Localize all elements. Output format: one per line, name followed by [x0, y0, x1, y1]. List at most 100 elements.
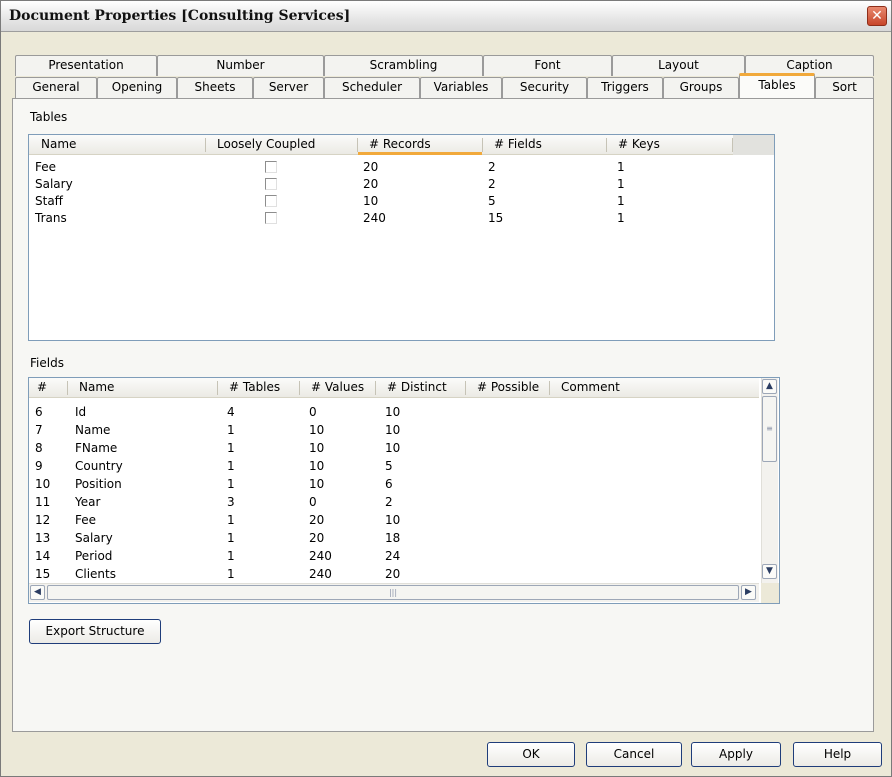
- col-header-keys[interactable]: # Keys: [612, 135, 732, 155]
- field-row-values: 10: [309, 477, 325, 491]
- field-row-number: 7: [35, 423, 43, 437]
- field-row-name[interactable]: Year: [75, 495, 100, 509]
- table-row-records: 10: [363, 194, 379, 208]
- field-row-tables: 3: [227, 495, 235, 509]
- table-row-records: 20: [363, 177, 379, 191]
- col-header-loosely-coupled[interactable]: Loosely Coupled: [211, 135, 357, 155]
- field-row-name[interactable]: Fee: [75, 513, 96, 527]
- field-row-distinct: 2: [385, 495, 393, 509]
- table-row-name[interactable]: Fee: [35, 160, 56, 174]
- field-row-name[interactable]: Clients: [75, 567, 116, 578]
- loosely-coupled-checkbox[interactable]: [265, 195, 277, 207]
- loosely-coupled-checkbox[interactable]: [265, 161, 277, 173]
- col-header-distinct[interactable]: # Distinct: [381, 378, 465, 398]
- table-row-keys: 1: [617, 160, 625, 174]
- window-title: Document Properties [Consulting Services…: [9, 8, 351, 24]
- field-row-distinct: 18: [385, 531, 401, 545]
- ok-button[interactable]: OK: [487, 742, 575, 767]
- apply-button[interactable]: Apply: [691, 742, 781, 767]
- field-row-distinct: 10: [385, 423, 401, 437]
- column-divider: [606, 138, 607, 152]
- field-row-tables: 1: [227, 477, 235, 491]
- tab-font[interactable]: Font: [483, 55, 612, 76]
- col-header-name[interactable]: Name: [35, 135, 205, 155]
- table-row-name[interactable]: Salary: [35, 177, 73, 191]
- scroll-left-icon[interactable]: ◀: [30, 585, 45, 600]
- horizontal-scroll-thumb[interactable]: |||: [47, 585, 739, 600]
- loosely-coupled-checkbox[interactable]: [265, 178, 277, 190]
- field-row-name[interactable]: FName: [75, 441, 117, 455]
- fields-header-row: # Name # Tables # Values # Distinct # Po…: [29, 378, 759, 398]
- field-row-values: 240: [309, 549, 332, 563]
- table-row-name[interactable]: Trans: [35, 211, 67, 225]
- export-structure-button[interactable]: Export Structure: [29, 619, 161, 644]
- tab-presentation[interactable]: Presentation: [15, 55, 157, 76]
- col-header-values[interactable]: # Values: [305, 378, 375, 398]
- field-row-distinct: 20: [385, 567, 401, 578]
- tab-scrambling[interactable]: Scrambling: [324, 55, 483, 76]
- column-divider: [299, 381, 300, 395]
- sorted-column-indicator: [358, 152, 482, 155]
- table-row-records: 20: [363, 160, 379, 174]
- tab-number[interactable]: Number: [157, 55, 324, 76]
- field-row-number: 9: [35, 459, 43, 473]
- field-row-name[interactable]: Period: [75, 549, 112, 563]
- field-row-name[interactable]: Country: [75, 459, 123, 473]
- tables-section-label: Tables: [30, 110, 68, 124]
- field-row-number: 12: [35, 513, 51, 527]
- close-icon[interactable]: ✕: [867, 6, 887, 26]
- tab-sort[interactable]: Sort: [815, 77, 874, 98]
- tab-scheduler[interactable]: Scheduler: [324, 77, 420, 98]
- field-row-distinct: 5: [385, 459, 393, 473]
- field-row-distinct: 10: [385, 405, 401, 419]
- loosely-coupled-checkbox[interactable]: [265, 212, 277, 224]
- tab-opening[interactable]: Opening: [97, 77, 177, 98]
- tab-security[interactable]: Security: [502, 77, 587, 98]
- tab-server[interactable]: Server: [253, 77, 324, 98]
- field-row-values: 10: [309, 423, 325, 437]
- fields-section-label: Fields: [30, 356, 64, 370]
- field-row-name[interactable]: Id: [75, 405, 86, 419]
- tables-list[interactable]: Name Loosely Coupled # Records # Fields …: [28, 134, 775, 341]
- field-row-name[interactable]: Salary: [75, 531, 113, 545]
- fields-list[interactable]: # Name # Tables # Values # Distinct # Po…: [28, 377, 780, 604]
- col-header-tables[interactable]: # Tables: [223, 378, 299, 398]
- col-header-fields[interactable]: # Fields: [488, 135, 606, 155]
- field-row-tables: 1: [227, 549, 235, 563]
- tab-triggers[interactable]: Triggers: [587, 77, 663, 98]
- field-row-name[interactable]: Name: [75, 423, 110, 437]
- horizontal-scrollbar[interactable]: ◀ ||| ▶: [29, 583, 759, 602]
- field-row-name[interactable]: Position: [75, 477, 122, 491]
- tab-variables[interactable]: Variables: [420, 77, 502, 98]
- field-row-distinct: 24: [385, 549, 401, 563]
- tab-layout[interactable]: Layout: [612, 55, 745, 76]
- col-header-number[interactable]: #: [31, 378, 67, 398]
- field-row-values: 10: [309, 459, 325, 473]
- col-header-possible[interactable]: # Possible: [471, 378, 549, 398]
- col-header-field-name[interactable]: Name: [73, 378, 217, 398]
- help-button[interactable]: Help: [793, 742, 882, 767]
- scroll-down-icon[interactable]: ▼: [762, 564, 777, 579]
- table-row-name[interactable]: Staff: [35, 194, 63, 208]
- scroll-up-icon[interactable]: ▲: [762, 379, 777, 394]
- tab-tables[interactable]: Tables: [739, 73, 815, 98]
- table-row-fields: 15: [488, 211, 504, 225]
- title-bar[interactable]: Document Properties [Consulting Services…: [1, 1, 891, 32]
- field-row-number: 11: [35, 495, 51, 509]
- table-row-records: 240: [363, 211, 386, 225]
- vertical-scroll-thumb[interactable]: ≡: [762, 396, 777, 462]
- document-properties-window: Document Properties [Consulting Services…: [0, 0, 892, 777]
- table-row-keys: 1: [617, 177, 625, 191]
- vertical-scrollbar[interactable]: ▲ ≡ ▼: [761, 378, 778, 583]
- cancel-button[interactable]: Cancel: [586, 742, 682, 767]
- tab-groups[interactable]: Groups: [663, 77, 739, 98]
- scroll-right-icon[interactable]: ▶: [741, 585, 756, 600]
- tables-header-row: Name Loosely Coupled # Records # Fields …: [29, 135, 774, 155]
- field-row-tables: 1: [227, 513, 235, 527]
- partial-row-clip: 15 Clients 1 240 20: [29, 567, 759, 578]
- tab-sheets[interactable]: Sheets: [177, 77, 253, 98]
- field-row-values: 20: [309, 531, 325, 545]
- col-header-comment[interactable]: Comment: [555, 378, 715, 398]
- tab-general[interactable]: General: [15, 77, 97, 98]
- field-row-distinct: 10: [385, 441, 401, 455]
